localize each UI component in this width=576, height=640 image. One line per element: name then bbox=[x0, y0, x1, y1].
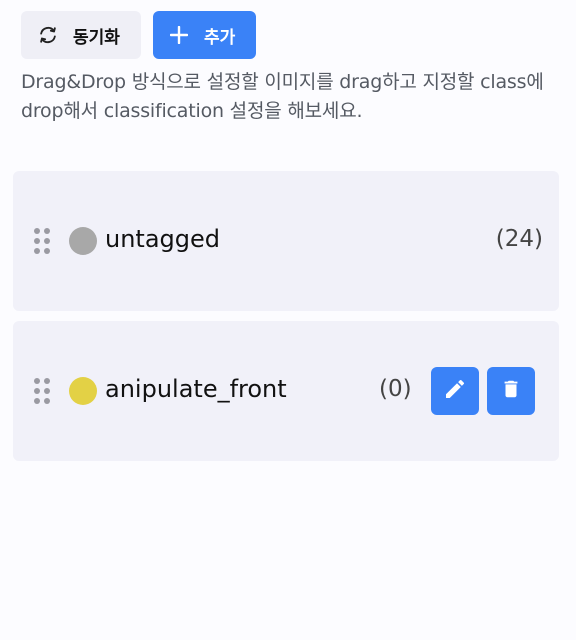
class-card[interactable]: anipulate_front (0) bbox=[13, 321, 559, 461]
instruction-text: Drag&Drop 방식으로 설정할 이미지를 drag하고 지정할 class… bbox=[21, 71, 544, 122]
toolbar: 동기화 추가 bbox=[21, 11, 256, 59]
edit-icon bbox=[443, 377, 467, 405]
drag-handle-icon[interactable] bbox=[33, 227, 51, 255]
edit-class-button[interactable] bbox=[431, 367, 479, 415]
sync-button-label: 동기화 bbox=[73, 27, 120, 48]
trash-icon bbox=[500, 378, 522, 404]
class-count: (0) bbox=[379, 376, 412, 402]
sync-button[interactable]: 동기화 bbox=[21, 11, 141, 59]
add-button-label: 추가 bbox=[204, 27, 236, 48]
class-card[interactable]: untagged (24) bbox=[13, 171, 559, 311]
class-color-dot bbox=[69, 377, 97, 405]
class-name: anipulate_front bbox=[105, 375, 287, 403]
class-color-dot bbox=[69, 227, 97, 255]
class-name: untagged bbox=[105, 225, 221, 253]
sync-icon bbox=[37, 24, 59, 46]
drag-handle-icon[interactable] bbox=[33, 377, 51, 405]
plus-icon bbox=[170, 26, 188, 44]
class-settings-page: 동기화 추가 Drag&Drop 방식으로 설정할 이미지를 drag하고 지정… bbox=[0, 0, 576, 640]
add-class-button[interactable]: 추가 bbox=[153, 11, 256, 59]
class-count: (24) bbox=[495, 226, 543, 252]
delete-class-button[interactable] bbox=[487, 367, 535, 415]
